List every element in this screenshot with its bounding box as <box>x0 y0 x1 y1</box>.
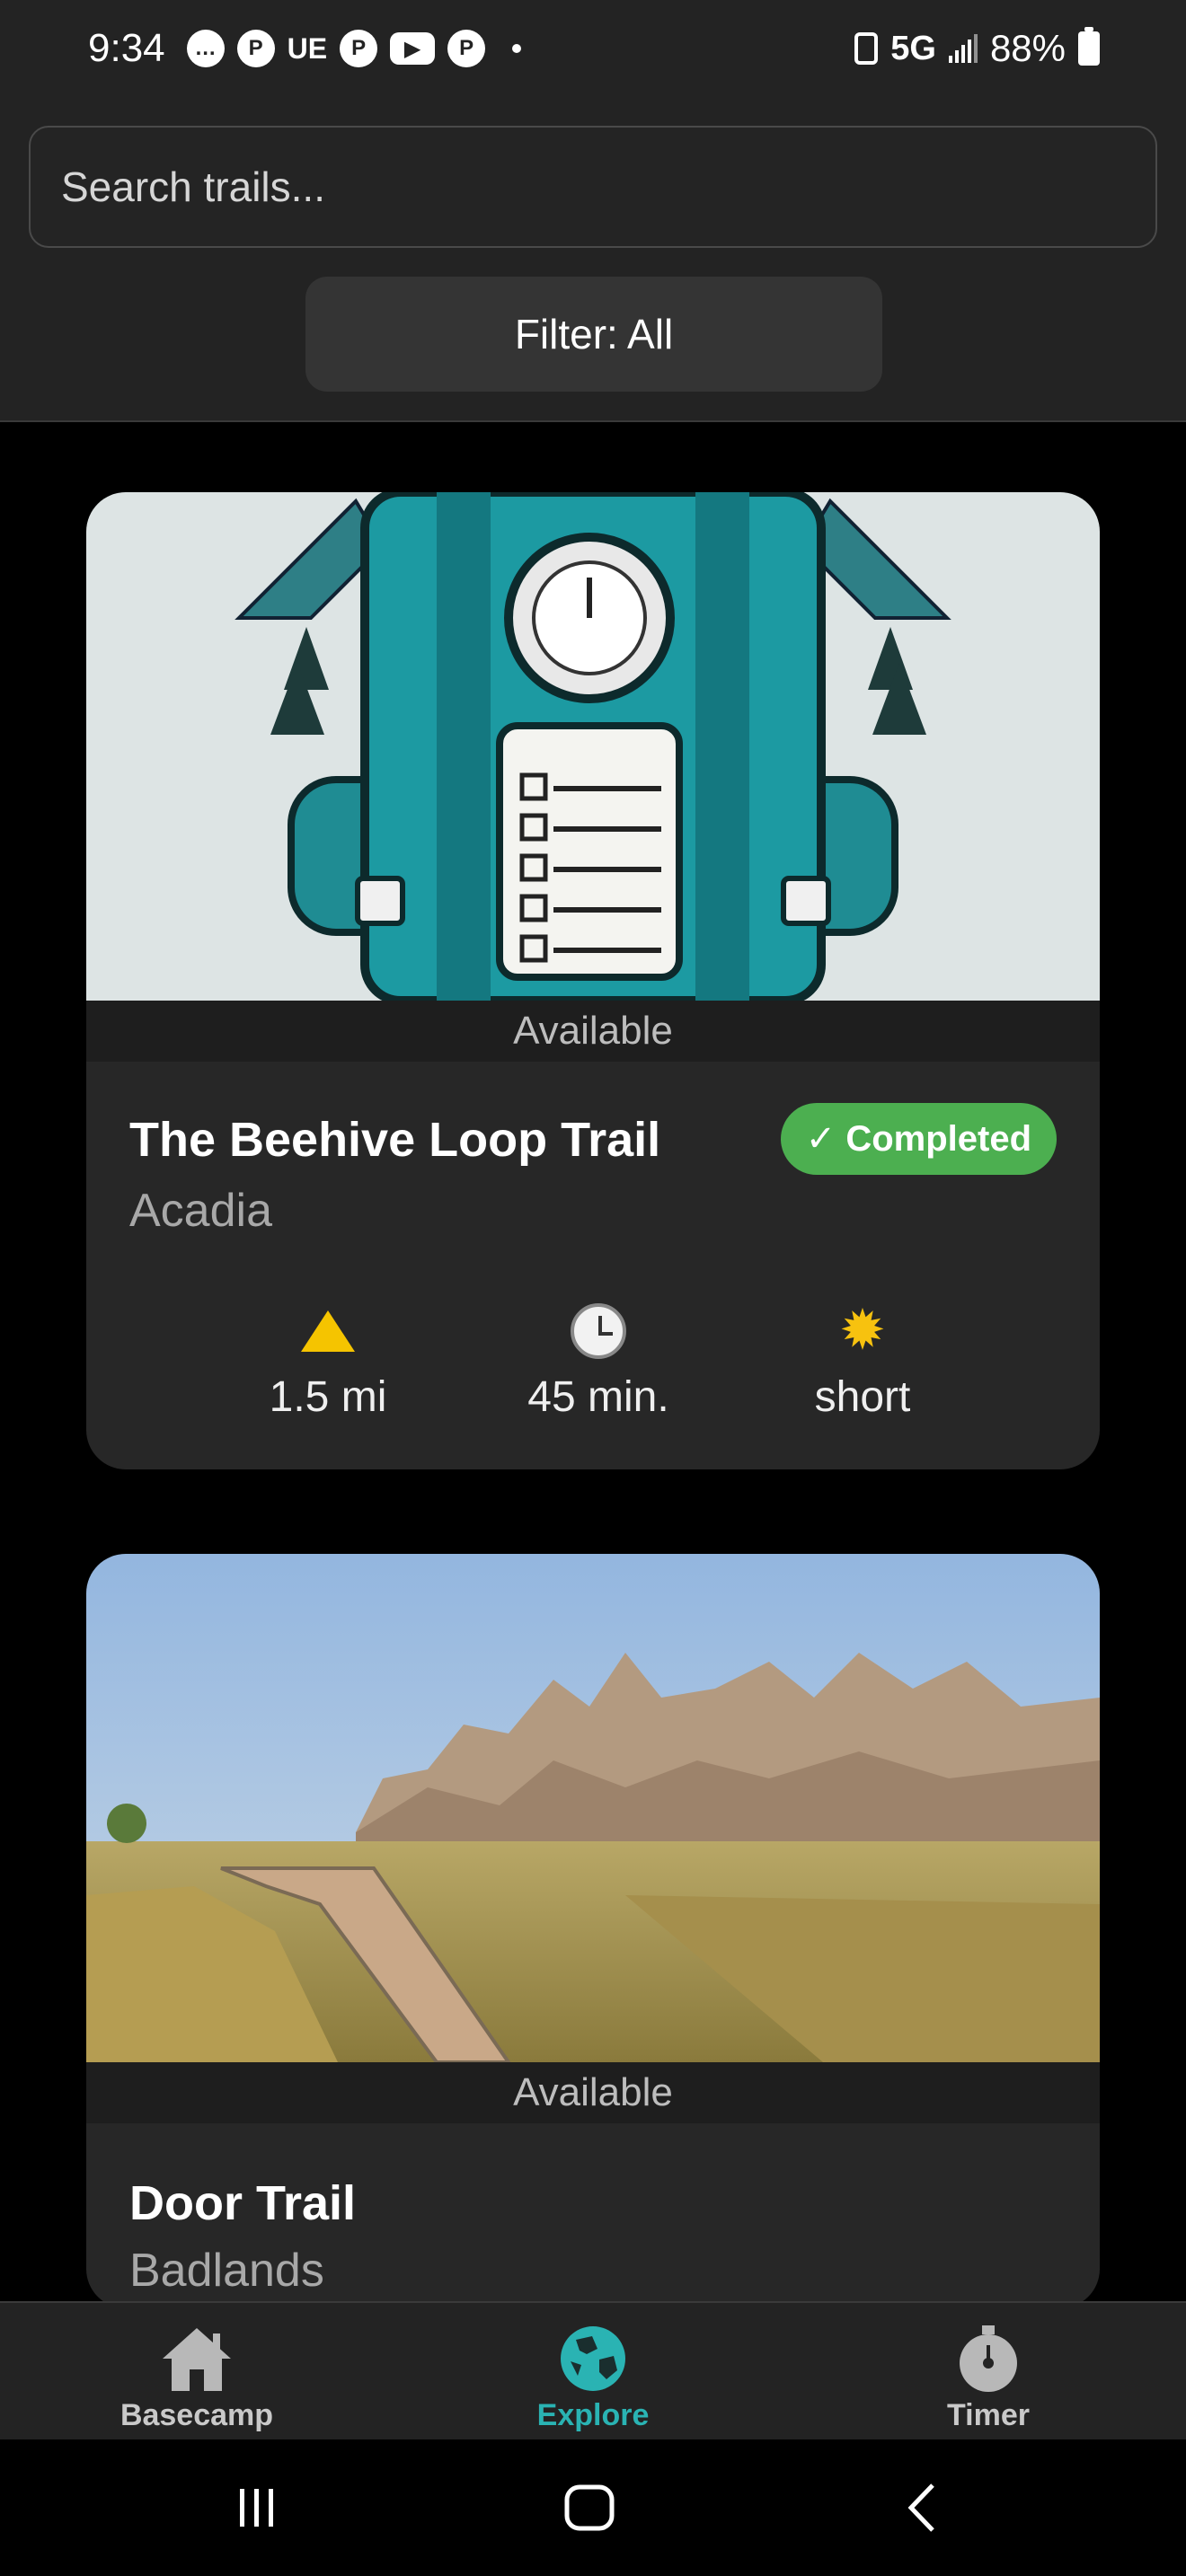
home-button[interactable] <box>535 2475 643 2540</box>
chat-icon: … <box>186 30 225 67</box>
signal-icon <box>948 34 978 63</box>
availability-label: Available <box>86 2062 1100 2123</box>
filter-button[interactable]: Filter: All <box>305 277 882 392</box>
recents-icon <box>240 2489 273 2527</box>
clock-icon <box>571 1303 626 1359</box>
bottom-nav: Basecamp Explore Timer <box>0 2301 1186 2439</box>
length-stat: ✹ short <box>746 1301 979 1422</box>
availability-label: Available <box>86 1001 1100 1062</box>
battery-level: 88% <box>989 27 1066 69</box>
nav-label: Basecamp <box>119 2398 274 2432</box>
more-notifications-dot <box>512 44 522 53</box>
house-icon <box>163 2328 231 2391</box>
home-icon <box>564 2484 615 2531</box>
trail-image <box>86 1554 1100 2062</box>
back-icon <box>907 2483 934 2532</box>
badlands-photo <box>86 1554 1100 2062</box>
battery-icon <box>1078 27 1100 66</box>
status-bar-right: 5G 88% <box>854 27 1100 70</box>
app-screen: 9:34 … P UE P ▶ P 5G 88% Filter: All <box>0 0 1186 2576</box>
back-button[interactable] <box>868 2475 976 2540</box>
nav-label: Timer <box>947 2398 1030 2432</box>
network-type: 5G <box>890 29 936 67</box>
battery-saver-icon <box>854 32 879 65</box>
recents-button[interactable] <box>203 2475 311 2540</box>
pinterest-icon: P <box>447 30 486 67</box>
search-input[interactable] <box>29 126 1157 248</box>
status-bar-left: 9:34 … P UE P ▶ P <box>88 26 522 71</box>
sparkle-icon: ✹ <box>839 1300 886 1362</box>
park-name: Acadia <box>129 1185 272 1237</box>
trail-name: Door Trail <box>129 2176 357 2230</box>
mountain-icon <box>301 1310 355 1352</box>
pinterest-icon: P <box>340 30 378 67</box>
nav-item-explore[interactable]: Explore <box>476 2323 710 2433</box>
trail-stats: 1.5 mi 45 min. ✹ short <box>86 1301 1100 1435</box>
status-bar: 9:34 … P UE P ▶ P 5G 88% <box>0 0 1186 97</box>
distance-stat: 1.5 mi <box>211 1301 445 1422</box>
completed-badge: ✓ Completed <box>780 1103 1057 1175</box>
trail-name: The Beehive Loop Trail <box>129 1113 661 1167</box>
pinterest-icon: P <box>236 30 275 67</box>
system-nav-bar <box>0 2439 1186 2576</box>
ue-icon: UE <box>287 31 328 65</box>
time-stat: 45 min. <box>482 1301 715 1422</box>
backpack-illustration <box>86 492 1100 1001</box>
globe-icon <box>561 2326 625 2391</box>
trail-card[interactable]: Available The Beehive Loop Trail Acadia … <box>86 492 1100 1469</box>
status-time: 9:34 <box>88 26 165 70</box>
youtube-icon: ▶ <box>390 32 436 65</box>
search-header: Filter: All <box>0 97 1186 422</box>
stopwatch-icon <box>960 2325 1017 2392</box>
nav-item-timer[interactable]: Timer <box>872 2323 1105 2433</box>
park-name: Badlands <box>129 2245 324 2297</box>
length-value: short <box>814 1373 911 1421</box>
trail-card[interactable]: Available Door Trail Badlands <box>86 1554 1100 2308</box>
trail-image <box>86 492 1100 1001</box>
nav-item-basecamp[interactable]: Basecamp <box>80 2323 314 2433</box>
time-value: 45 min. <box>527 1373 669 1421</box>
nav-label: Explore <box>536 2398 650 2432</box>
distance-value: 1.5 mi <box>269 1373 387 1421</box>
